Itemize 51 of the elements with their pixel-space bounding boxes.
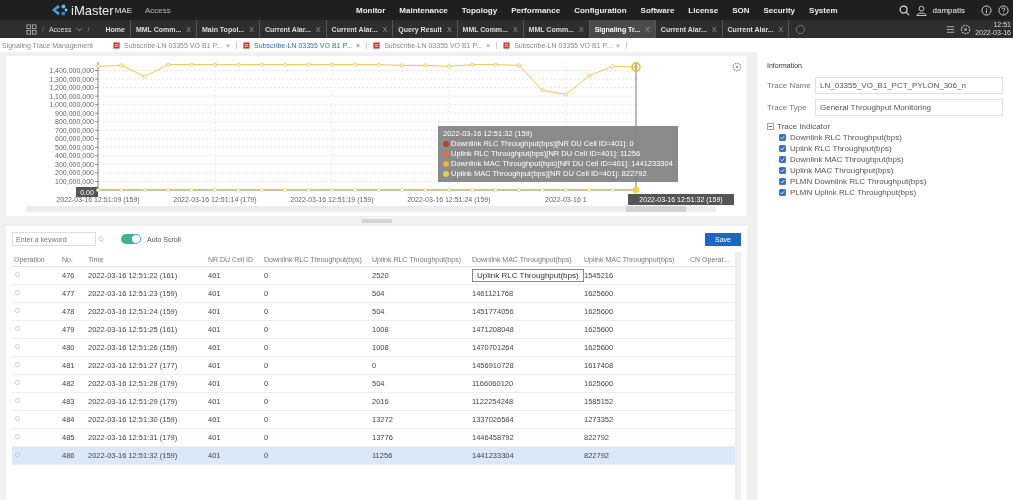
menu-item[interactable]: Software — [640, 5, 675, 15]
menu-item[interactable]: System — [809, 5, 838, 15]
column-tooltip: Uplink RLC Throughput(bps) — [472, 269, 584, 282]
text-field[interactable]: General Throughput Monitoring — [815, 99, 1003, 116]
field-label: Trace Type — [767, 103, 808, 112]
user-icon[interactable] — [915, 4, 927, 16]
menu-item[interactable]: Performance — [511, 5, 561, 15]
chevron-down-icon[interactable] — [75, 25, 83, 33]
checkbox-label: Downlink MAC Throughput(bps) — [790, 155, 904, 164]
brand-name: iMaster — [71, 2, 114, 18]
settings-icon[interactable] — [732, 62, 742, 72]
checkbox[interactable] — [779, 156, 786, 163]
menu-item[interactable]: Maintenance — [399, 5, 448, 15]
checkbox-label: PLMN Uplink RLC Throughput(bps) — [790, 188, 917, 197]
document-icon — [503, 41, 511, 49]
text-field[interactable]: LN_03355_VO_B1_PCT_PYLON_306_n — [815, 77, 1003, 94]
tree-label: Trace Indicator — [777, 122, 831, 131]
menu-item[interactable]: SON — [732, 5, 750, 15]
document-icon — [373, 41, 381, 49]
scrollbar[interactable] — [26, 206, 716, 212]
document-icon — [243, 41, 251, 49]
menu-item[interactable]: Topology — [461, 5, 498, 15]
help-icon[interactable] — [998, 4, 1009, 16]
grid-icon[interactable] — [26, 23, 37, 35]
add-tab-icon[interactable] — [795, 23, 807, 35]
info-icon[interactable] — [981, 4, 992, 16]
collapse-icon[interactable] — [767, 123, 774, 130]
highlight-point — [632, 186, 640, 194]
toggle-switch[interactable] — [121, 234, 141, 244]
checkbox-label: PLMN Downlink RLC Throughput(bps) — [790, 177, 927, 186]
product-name: Access — [144, 5, 171, 15]
menu-item[interactable]: Security — [763, 5, 796, 15]
settings-icon[interactable] — [960, 23, 972, 35]
checkbox[interactable] — [779, 145, 786, 152]
menu-item[interactable]: License — [688, 5, 719, 15]
logo-icon — [50, 3, 68, 17]
user-name[interactable]: dampatis — [932, 5, 965, 15]
field-label: Trace Name — [767, 81, 809, 90]
checkbox[interactable] — [779, 178, 786, 185]
checkbox[interactable] — [779, 134, 786, 141]
search-icon[interactable] — [898, 4, 910, 16]
checkbox-label: Uplink MAC Throughput(bps) — [790, 166, 894, 175]
menu-item[interactable]: Configuration — [574, 5, 627, 15]
checkbox[interactable] — [779, 167, 786, 174]
list-icon[interactable] — [945, 23, 957, 35]
menu-item[interactable]: Monitor — [356, 5, 386, 15]
brand-suffix: MAE — [114, 5, 132, 15]
document-icon — [113, 41, 121, 49]
checkbox[interactable] — [779, 189, 786, 196]
checkbox-label: Downlink RLC Throughput(bps) — [790, 133, 902, 142]
checkbox-label: Uplink RLC Throughput(bps) — [790, 144, 892, 153]
